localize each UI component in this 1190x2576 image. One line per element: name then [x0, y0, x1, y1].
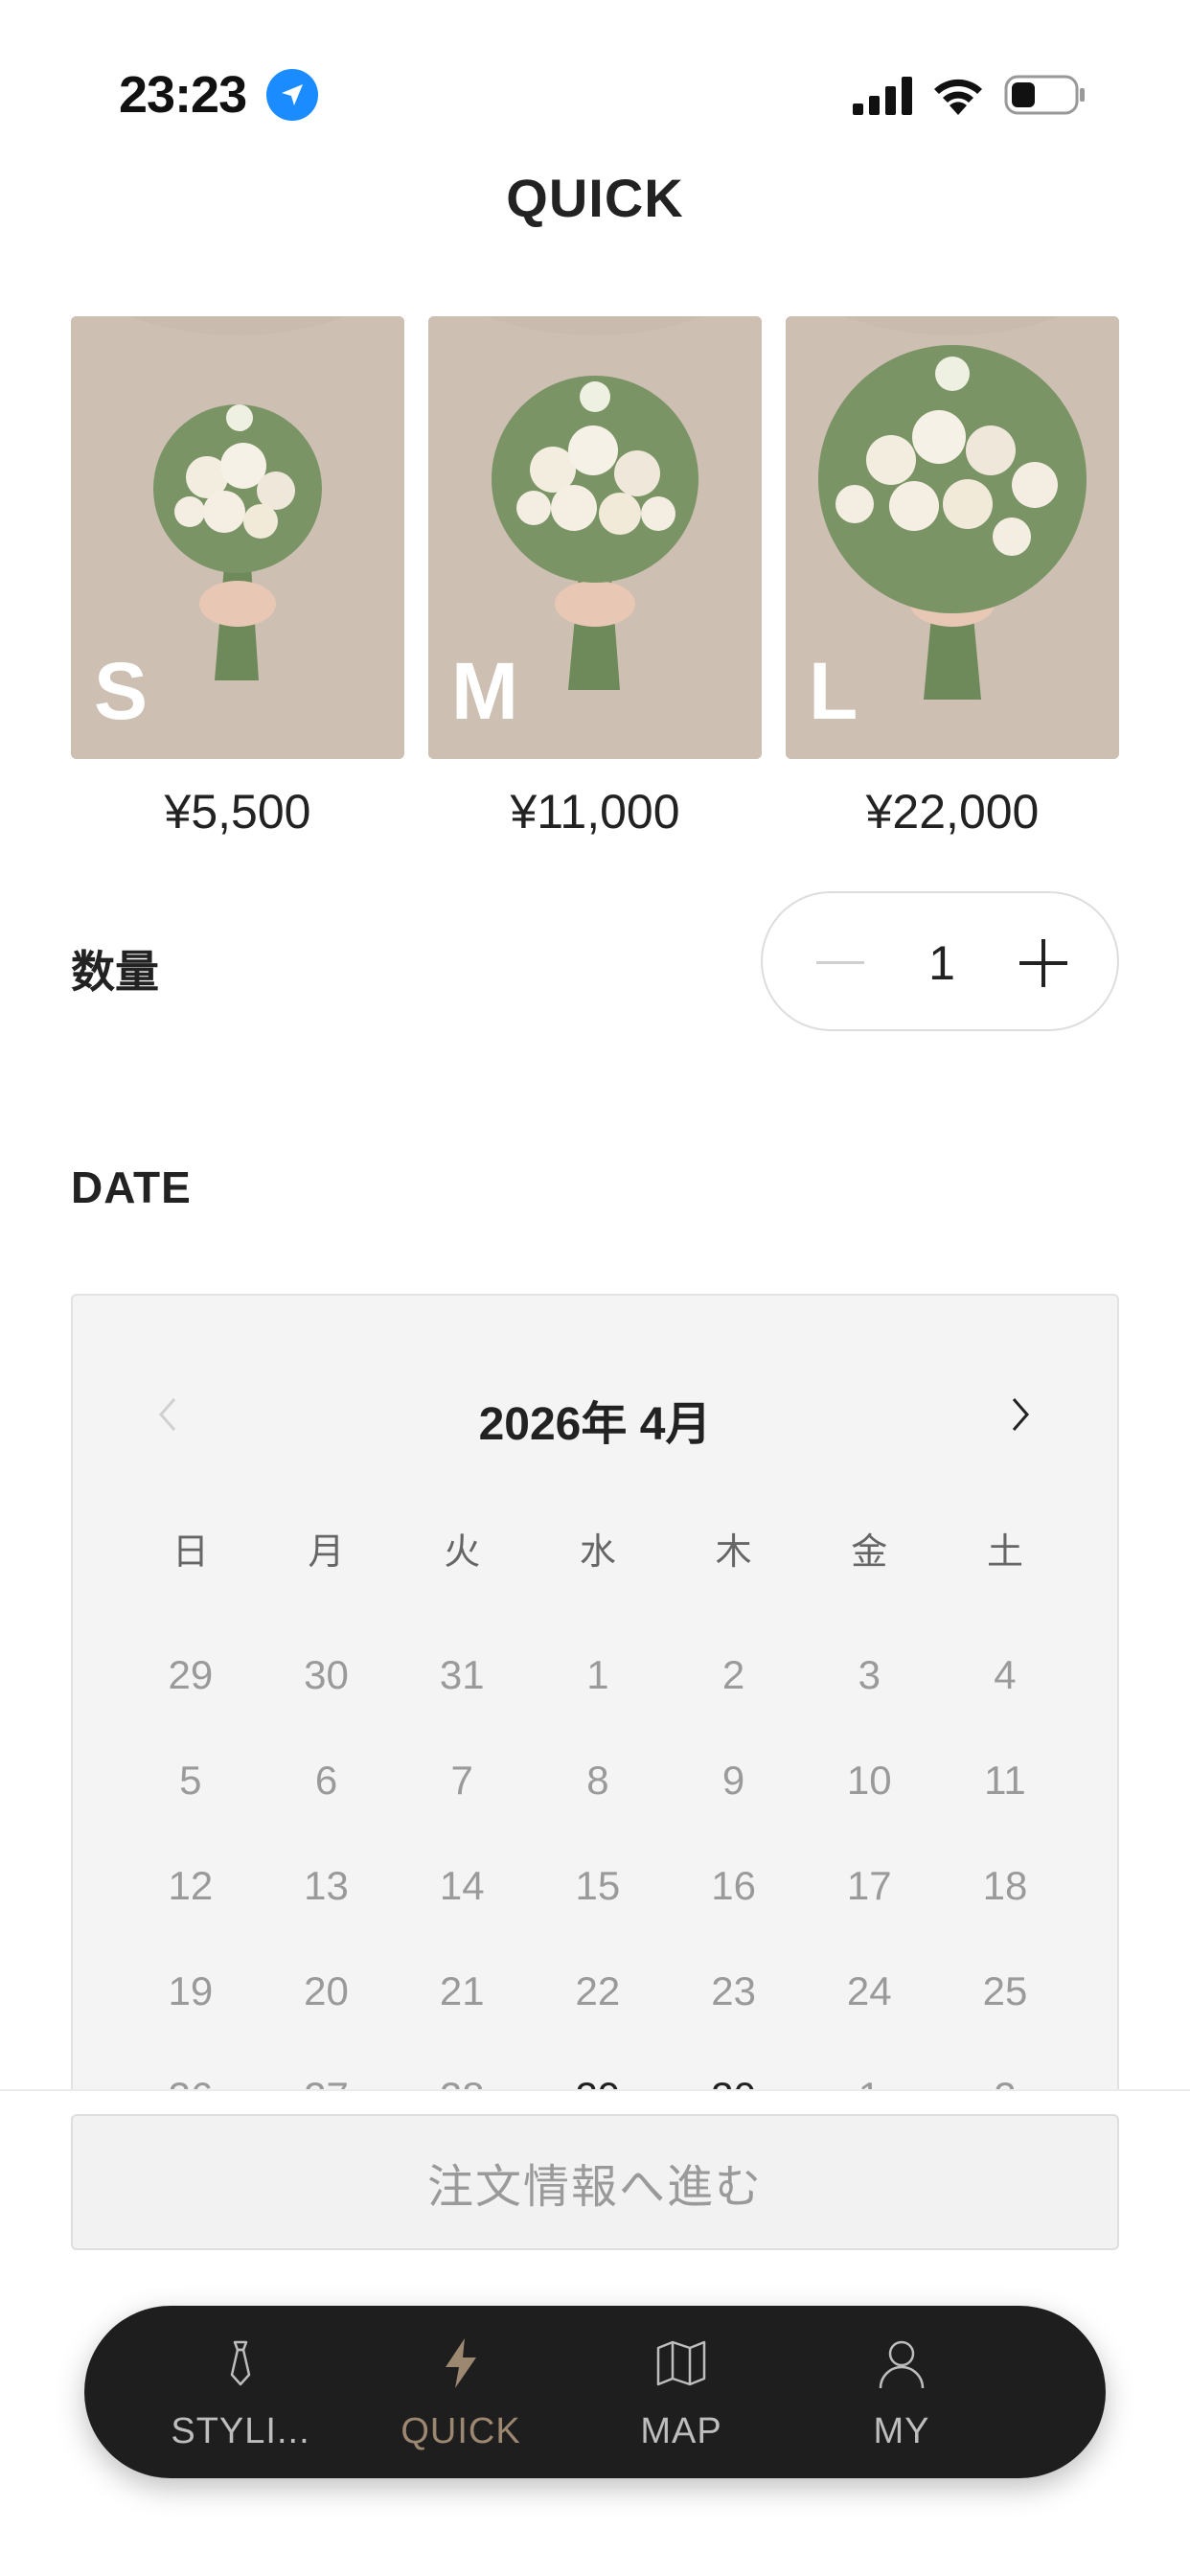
chevron-right-icon[interactable]: [1000, 1395, 1039, 1434]
bottom-action-area: 注文情報へ進む STYLI... QUICK MAP MY: [0, 2089, 1190, 2576]
minus-icon[interactable]: [816, 941, 864, 983]
size-price: ¥11,000: [510, 785, 680, 839]
calendar-day: 7: [450, 1758, 473, 1803]
calendar-day: 2: [721, 1652, 745, 1697]
date-label: DATE: [71, 1162, 192, 1212]
calendar-day: 14: [439, 1863, 485, 1908]
weekday-label: 月: [308, 1532, 345, 1573]
calendar-weekdays: 日 月 火 水 木 金 土: [123, 1522, 1073, 1575]
calendar: 2026年 4月 日 月 火 水 木 金 土 29 30 31 1 2 3 4 …: [71, 1294, 1119, 2099]
map-icon: [656, 2340, 706, 2386]
size-letter: M: [451, 646, 518, 736]
calendar-week-row: 12 13 14 15 16 17 18: [123, 1863, 1073, 1909]
weekday-label: 火: [444, 1532, 481, 1573]
calendar-day: 19: [168, 1968, 214, 2013]
calendar-day: 24: [846, 1968, 892, 2013]
calendar-day: 16: [711, 1863, 756, 1908]
quantity-value: 1: [928, 936, 955, 990]
calendar-day: 21: [439, 1968, 485, 2013]
calendar-day: 9: [721, 1758, 745, 1803]
tab-bar: STYLI... QUICK MAP MY: [84, 2306, 1106, 2478]
calendar-day: 31: [439, 1652, 485, 1697]
calendar-day: 25: [982, 1968, 1028, 2013]
calendar-day: 5: [179, 1758, 202, 1803]
tab-my[interactable]: MY: [791, 2306, 1012, 2478]
size-letter: L: [809, 646, 858, 736]
lightning-icon: [446, 2338, 476, 2388]
size-price: ¥5,500: [164, 785, 311, 839]
weekday-label: 金: [851, 1532, 888, 1573]
proceed-to-order-button[interactable]: 注文情報へ進む: [71, 2114, 1119, 2250]
plus-icon[interactable]: [1019, 939, 1067, 987]
calendar-day: 15: [575, 1863, 621, 1908]
calendar-day: 11: [984, 1758, 1026, 1803]
calendar-day: 6: [314, 1758, 338, 1803]
size-card-m[interactable]: M: [428, 316, 762, 759]
calendar-day: 13: [304, 1863, 349, 1908]
weekday-label: 水: [579, 1532, 616, 1573]
calendar-day: 22: [575, 1968, 621, 2013]
tab-label: QUICK: [400, 2411, 521, 2451]
tab-map[interactable]: MAP: [571, 2306, 791, 2478]
weekday-label: 日: [172, 1532, 209, 1573]
calendar-day: 3: [858, 1652, 881, 1697]
calendar-day: 20: [304, 1968, 349, 2013]
weekday-label: 木: [715, 1532, 752, 1573]
calendar-day: 17: [846, 1863, 892, 1908]
quantity-stepper[interactable]: 1: [761, 891, 1119, 1031]
location-arrow-icon: [266, 69, 318, 121]
tab-styling[interactable]: STYLI...: [130, 2306, 351, 2478]
weekday-label: 土: [986, 1532, 1023, 1573]
calendar-day: 18: [982, 1863, 1028, 1908]
calendar-week-row: 19 20 21 22 23 24 25: [123, 1968, 1073, 2014]
tab-label: MY: [873, 2411, 930, 2451]
quantity-label: 数量: [71, 947, 159, 997]
size-card-s[interactable]: S: [71, 316, 404, 759]
page-title: QUICK: [506, 168, 684, 228]
calendar-day: 1: [586, 1652, 609, 1697]
size-letter: S: [94, 646, 149, 736]
wifi-icon: [934, 79, 982, 115]
cellular-signal-icon: [853, 77, 912, 115]
tie-icon: [230, 2340, 251, 2386]
battery-icon: [1004, 75, 1085, 115]
calendar-day: 23: [711, 1968, 756, 2013]
tab-label: MAP: [640, 2411, 722, 2451]
calendar-day: 12: [168, 1863, 214, 1908]
calendar-day: 10: [846, 1758, 892, 1803]
calendar-day: 30: [304, 1652, 349, 1697]
calendar-week-row: 29 30 31 1 2 3 4: [123, 1652, 1073, 1698]
size-card-l[interactable]: L: [786, 316, 1119, 759]
tab-label: STYLI...: [171, 2411, 310, 2451]
user-icon: [879, 2340, 925, 2389]
calendar-week-row: 5 6 7 8 9 10 11: [123, 1758, 1073, 1804]
status-time: 23:23: [119, 66, 247, 124]
size-price: ¥22,000: [865, 785, 1040, 839]
status-bar: 23:23: [0, 0, 1190, 144]
calendar-day: 8: [586, 1758, 609, 1803]
calendar-day: 4: [994, 1652, 1017, 1697]
calendar-day: 29: [168, 1652, 214, 1697]
calendar-month-title: 2026年 4月: [478, 1399, 712, 1450]
tab-quick[interactable]: QUICK: [351, 2306, 571, 2478]
